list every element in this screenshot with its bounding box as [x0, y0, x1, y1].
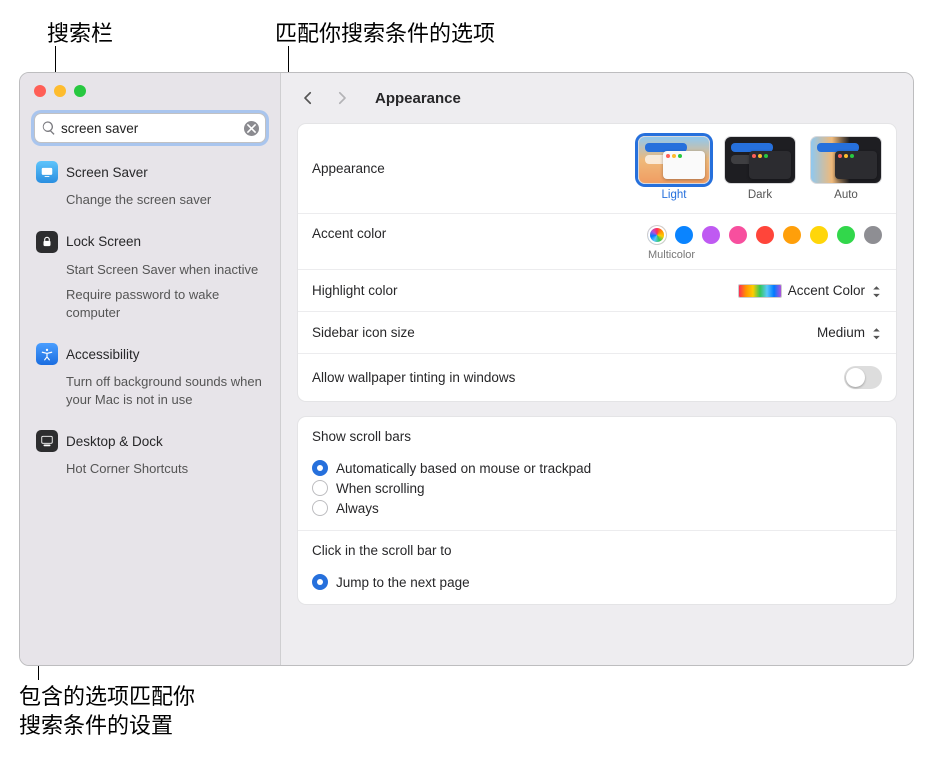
main-content: Appearance Appearance Light — [281, 73, 913, 665]
radio-label: Always — [336, 501, 379, 516]
page-title: Appearance — [375, 90, 461, 107]
radio-label: Jump to the next page — [336, 575, 470, 590]
accent-swatches — [648, 226, 882, 244]
screensaver-icon — [36, 161, 58, 183]
scroll-bars-radio-group: Automatically based on mouse or trackpad… — [312, 458, 591, 518]
appearance-dark-option[interactable]: Dark — [724, 136, 796, 201]
system-settings-window: Screen Saver Change the screen saver Loc… — [19, 72, 914, 666]
sidebar-item-label: Desktop & Dock — [66, 434, 163, 449]
highlight-color-row: Highlight color Accent Color — [298, 270, 896, 312]
accent-swatch-yellow[interactable] — [810, 226, 828, 244]
sidebar-item-screen-saver[interactable]: Screen Saver — [30, 157, 270, 187]
sidebar-item-accessibility[interactable]: Accessibility — [30, 339, 270, 369]
accent-swatch-purple[interactable] — [702, 226, 720, 244]
search-result-item[interactable]: Require password to wake computer — [30, 282, 270, 325]
click-scroll-bar-label: Click in the scroll bar to — [312, 543, 452, 558]
annotation-settings-contain: 包含的选项匹配你 搜索条件的设置 — [19, 683, 195, 740]
search-icon — [41, 120, 57, 136]
back-button[interactable] — [299, 89, 317, 107]
sidebar-icon-size-popup[interactable]: Medium — [817, 325, 882, 340]
appearance-option-label: Auto — [834, 189, 858, 201]
result-group-desktop-dock: Desktop & Dock Hot Corner Shortcuts — [30, 426, 270, 482]
show-scroll-bars-row: Show scroll bars Automatically based on … — [298, 417, 896, 531]
accent-swatch-graphite[interactable] — [864, 226, 882, 244]
toolbar: Appearance — [281, 73, 913, 123]
appearance-panel: Appearance Light — [297, 123, 897, 402]
radio-indicator — [312, 480, 328, 496]
click-scroll-radio-group: Jump to the next page — [312, 572, 470, 592]
accent-color-row: Accent color Multicolor — [298, 214, 896, 270]
accent-swatch-red[interactable] — [756, 226, 774, 244]
wallpaper-tinting-toggle[interactable] — [844, 366, 882, 389]
lock-icon — [36, 231, 58, 253]
radio-option[interactable]: Jump to the next page — [312, 572, 470, 592]
clear-search-button[interactable] — [244, 121, 259, 136]
highlight-color-value: Accent Color — [788, 283, 865, 298]
sidebar-icon-size-row: Sidebar icon size Medium — [298, 312, 896, 354]
appearance-option-label: Dark — [748, 189, 772, 201]
accent-swatch-green[interactable] — [837, 226, 855, 244]
search-field[interactable] — [34, 113, 266, 143]
close-icon — [247, 124, 256, 133]
radio-indicator — [312, 460, 328, 476]
wallpaper-tinting-label: Allow wallpaper tinting in windows — [312, 370, 844, 385]
sidebar-icon-size-value: Medium — [817, 325, 865, 340]
appearance-option-label: Light — [662, 189, 687, 201]
accessibility-icon — [36, 343, 58, 365]
appearance-row: Appearance Light — [298, 124, 896, 214]
appearance-label: Appearance — [312, 161, 638, 176]
chevron-updown-icon — [871, 284, 882, 298]
search-result-item[interactable]: Change the screen saver — [30, 187, 270, 213]
search-result-item[interactable]: Turn off background sounds when your Mac… — [30, 369, 270, 412]
radio-option[interactable]: Always — [312, 498, 591, 518]
radio-indicator — [312, 574, 328, 590]
result-group-accessibility: Accessibility Turn off background sounds… — [30, 339, 270, 412]
radio-indicator — [312, 500, 328, 516]
window-controls — [20, 73, 280, 93]
content-scroll[interactable]: Appearance Light — [281, 123, 913, 665]
highlight-color-popup[interactable]: Accent Color — [738, 283, 882, 298]
search-results: Screen Saver Change the screen saver Loc… — [20, 153, 280, 496]
highlight-color-label: Highlight color — [312, 283, 738, 298]
sidebar: Screen Saver Change the screen saver Loc… — [20, 73, 281, 665]
sidebar-item-lock-screen[interactable]: Lock Screen — [30, 227, 270, 257]
appearance-auto-option[interactable]: Auto — [810, 136, 882, 201]
search-input[interactable] — [61, 121, 244, 136]
forward-button — [333, 89, 351, 107]
search-result-item[interactable]: Start Screen Saver when inactive — [30, 257, 270, 283]
accent-selected-label: Multicolor — [648, 249, 695, 261]
accent-swatch-pink[interactable] — [729, 226, 747, 244]
wallpaper-tinting-row: Allow wallpaper tinting in windows — [298, 354, 896, 401]
accent-swatch-orange[interactable] — [783, 226, 801, 244]
sidebar-item-label: Screen Saver — [66, 165, 148, 180]
annotation-matching-items: 匹配你搜索条件的选项 — [275, 16, 495, 48]
chevron-updown-icon — [871, 326, 882, 340]
show-scroll-bars-label: Show scroll bars — [312, 429, 411, 444]
radio-label: Automatically based on mouse or trackpad — [336, 461, 591, 476]
result-group-lock-screen: Lock Screen Start Screen Saver when inac… — [30, 227, 270, 326]
appearance-auto-thumb — [810, 136, 882, 184]
radio-option[interactable]: Automatically based on mouse or trackpad — [312, 458, 591, 478]
click-scroll-bar-row: Click in the scroll bar to Jump to the n… — [298, 531, 896, 604]
sidebar-item-label: Lock Screen — [66, 234, 141, 249]
sidebar-item-desktop-dock[interactable]: Desktop & Dock — [30, 426, 270, 456]
appearance-light-thumb — [638, 136, 710, 184]
highlight-color-preview — [738, 284, 782, 298]
scroll-panel: Show scroll bars Automatically based on … — [297, 416, 897, 605]
radio-label: When scrolling — [336, 481, 425, 496]
accent-swatch-blue[interactable] — [675, 226, 693, 244]
radio-option[interactable]: When scrolling — [312, 478, 591, 498]
search-result-item[interactable]: Hot Corner Shortcuts — [30, 456, 270, 482]
desktop-dock-icon — [36, 430, 58, 452]
accent-color-label: Accent color — [312, 226, 648, 241]
appearance-light-option[interactable]: Light — [638, 136, 710, 201]
accent-swatch-multicolor[interactable] — [648, 226, 666, 244]
annotation-search-bar: 搜索栏 — [47, 16, 113, 48]
result-group-screen-saver: Screen Saver Change the screen saver — [30, 157, 270, 213]
sidebar-icon-size-label: Sidebar icon size — [312, 325, 817, 340]
appearance-options: Light Dark — [638, 136, 882, 201]
sidebar-item-label: Accessibility — [66, 347, 140, 362]
appearance-dark-thumb — [724, 136, 796, 184]
